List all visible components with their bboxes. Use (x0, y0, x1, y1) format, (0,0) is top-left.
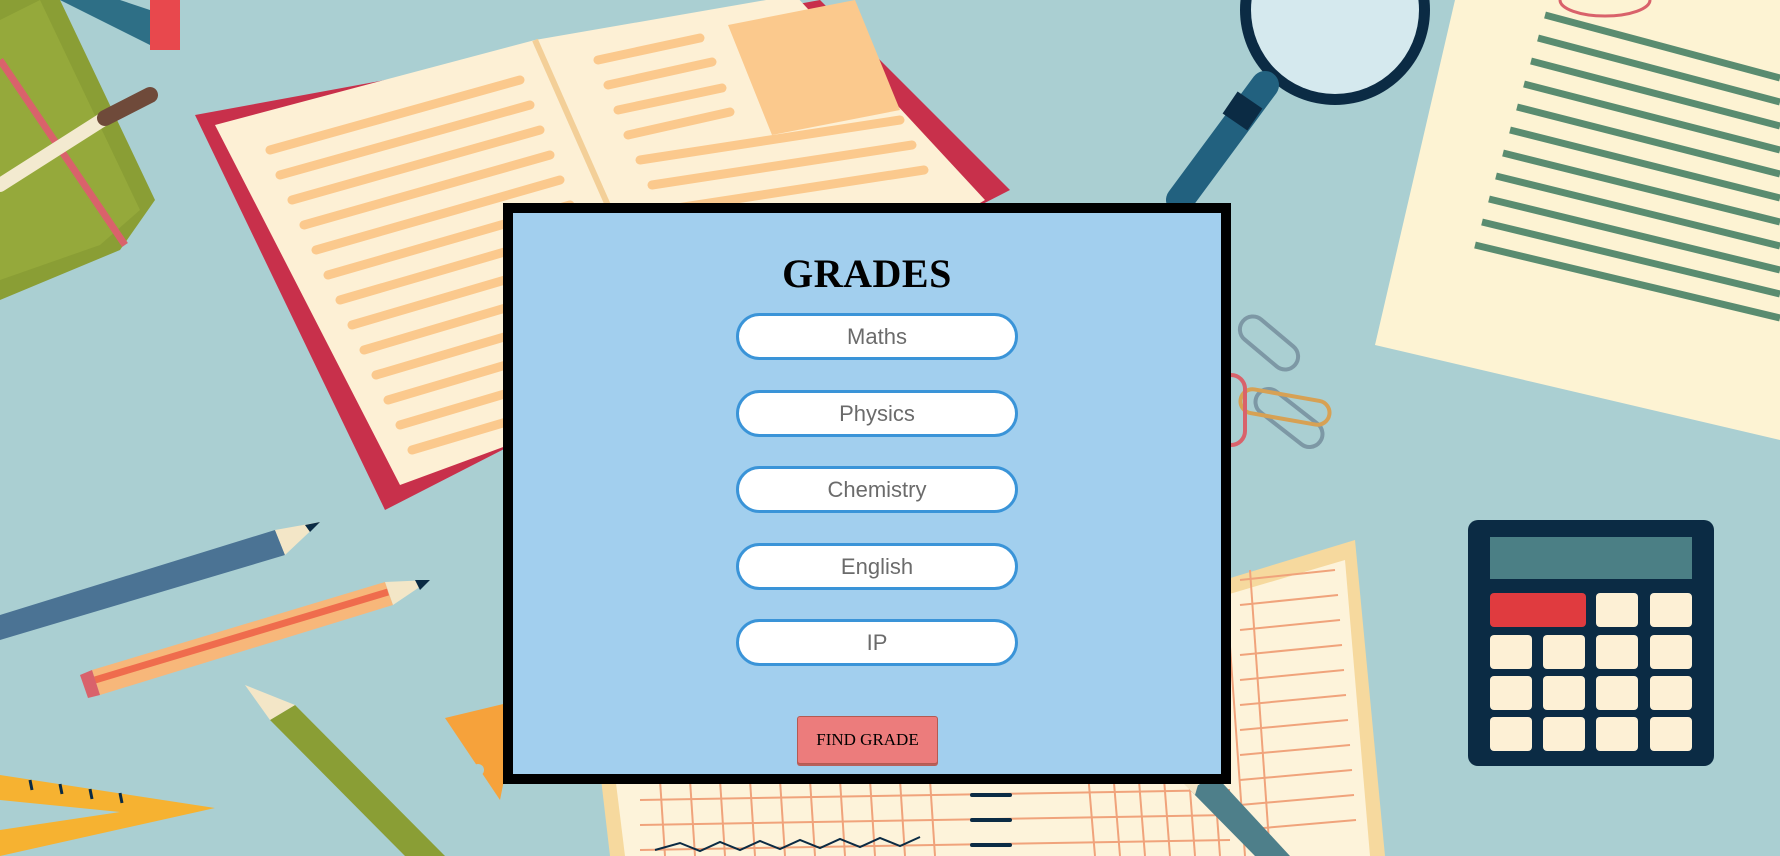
page: GRADES FIND GRADE (0, 0, 1780, 856)
grade-form-card: GRADES FIND GRADE (503, 203, 1231, 784)
physics-grade-input[interactable] (736, 390, 1018, 437)
ip-grade-input[interactable] (736, 619, 1018, 666)
english-grade-input[interactable] (736, 543, 1018, 590)
find-grade-button[interactable]: FIND GRADE (797, 716, 938, 764)
maths-grade-input[interactable] (736, 313, 1018, 360)
form-title: GRADES (782, 251, 952, 296)
chemistry-grade-input[interactable] (736, 466, 1018, 513)
calculator-icon (1468, 520, 1714, 766)
